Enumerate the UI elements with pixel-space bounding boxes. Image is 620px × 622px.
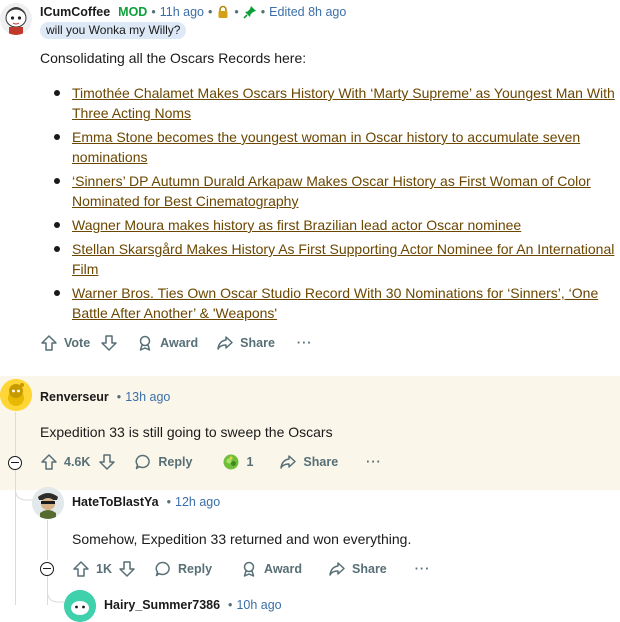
collapse-thread-button[interactable] (8, 456, 22, 470)
post-meta: ICumCoffee MOD • 11h ago • • • Edited 8h… (40, 5, 346, 19)
post-intro: Consolidating all the Oscars Records her… (40, 50, 307, 66)
user-flair: will you Wonka my Willy? (40, 22, 187, 39)
separator-dot: • (234, 5, 239, 19)
comment-username[interactable]: HateToBlastYa (72, 495, 159, 509)
downvote-button[interactable] (98, 453, 116, 471)
upvote-button[interactable]: 1K (72, 560, 112, 578)
comment-time: 10h ago (236, 598, 282, 612)
award-button[interactable]: Award (240, 560, 302, 578)
lock-icon (216, 5, 230, 19)
comment-time: 13h ago (125, 390, 171, 404)
avatar[interactable] (0, 3, 32, 35)
upvote-button[interactable]: Vote (40, 334, 90, 352)
record-link[interactable]: Wagner Moura makes history as first Braz… (72, 217, 521, 233)
comment-username[interactable]: Renverseur (40, 390, 109, 404)
comment-action-bar: 1K Reply Award Share ··· (72, 560, 444, 578)
comment-text: Somehow, Expedition 33 returned and won … (72, 531, 412, 547)
more-options-button[interactable]: ··· (366, 455, 382, 469)
list-item: Wagner Moura makes history as first Braz… (54, 215, 617, 235)
reply-icon (135, 454, 151, 470)
comment-meta: Renverseur • 13h ago (40, 390, 170, 404)
share-icon (280, 455, 297, 469)
comment-meta: HateToBlastYa • 12h ago (72, 495, 220, 509)
record-link[interactable]: ‘Sinners’ DP Autumn Durald Arkapaw Makes… (72, 173, 591, 209)
more-options-button[interactable]: ··· (415, 562, 431, 576)
share-button[interactable]: Share (216, 334, 275, 352)
vote-label: Vote (64, 336, 91, 350)
record-link[interactable]: Stellan Skarsgård Makes History As First… (72, 241, 614, 277)
downvote-button[interactable] (118, 560, 136, 578)
comment-meta: Hairy_Summer7386 • 10h ago (104, 598, 282, 612)
upvote-button[interactable]: 4.6K (40, 453, 90, 471)
edited-time: Edited 8h ago (269, 5, 347, 19)
list-item: ‘Sinners’ DP Autumn Durald Arkapaw Makes… (54, 171, 617, 211)
separator-dot: • (228, 598, 233, 612)
upvote-icon (41, 454, 57, 470)
share-button[interactable]: Share (279, 453, 338, 471)
separator-dot: • (207, 5, 213, 19)
post-time: 11h ago (159, 5, 204, 19)
mod-badge: MOD (118, 5, 148, 19)
vote-score: 1K (96, 562, 112, 576)
avatar[interactable] (0, 379, 32, 411)
record-link[interactable]: Emma Stone becomes the youngest woman in… (72, 129, 580, 165)
share-label: Share (240, 336, 275, 350)
separator-dot: • (260, 5, 266, 19)
award-button[interactable]: Award (136, 334, 198, 352)
records-list: Timothée Chalamet Makes Oscars History W… (40, 83, 617, 327)
share-label: Share (303, 455, 339, 469)
award-label: Award (264, 562, 303, 576)
reply-button[interactable]: Reply (154, 560, 212, 578)
record-link[interactable]: Warner Bros. Ties Own Oscar Studio Recor… (72, 285, 598, 321)
thread-line (15, 412, 16, 458)
share-button[interactable]: Share (328, 560, 387, 578)
avatar[interactable] (32, 487, 64, 519)
post-username[interactable]: ICumCoffee (40, 5, 110, 19)
award-count: 1 (246, 455, 254, 469)
reply-icon (155, 561, 170, 577)
separator-dot: • (116, 390, 122, 404)
comment-time: 12h ago (175, 495, 221, 509)
reply-label: Reply (158, 455, 193, 469)
avatar[interactable] (64, 590, 96, 622)
share-icon (217, 336, 233, 350)
upvote-icon (41, 335, 57, 351)
thread-line (47, 520, 48, 560)
more-options-button[interactable]: ··· (297, 336, 313, 350)
award-button[interactable]: 1 (222, 453, 253, 471)
record-link[interactable]: Timothée Chalamet Makes Oscars History W… (72, 85, 615, 121)
award-label: Award (160, 336, 199, 350)
vote-score: 4.6K (64, 455, 91, 469)
list-item: Warner Bros. Ties Own Oscar Studio Recor… (54, 283, 617, 323)
upvote-icon (73, 561, 89, 577)
list-item: Emma Stone becomes the youngest woman in… (54, 127, 617, 167)
share-icon (329, 562, 345, 576)
downvote-icon (101, 335, 117, 351)
comment-username[interactable]: Hairy_Summer7386 (104, 598, 220, 612)
separator-dot: • (151, 5, 156, 19)
downvote-icon (119, 561, 135, 577)
award-given-icon (223, 454, 239, 470)
separator-dot: • (166, 495, 171, 509)
list-item: Timothée Chalamet Makes Oscars History W… (54, 83, 617, 123)
list-item: Stellan Skarsgård Makes History As First… (54, 239, 617, 279)
award-icon (243, 561, 255, 577)
reply-button[interactable]: Reply (134, 453, 192, 471)
award-icon (139, 335, 151, 351)
share-label: Share (352, 562, 387, 576)
comment-text: Expedition 33 is still going to sweep th… (40, 424, 333, 440)
collapse-thread-button[interactable] (40, 562, 54, 576)
post-action-bar: Vote Award Share ··· (40, 334, 326, 352)
pin-icon (243, 5, 257, 19)
downvote-icon (99, 454, 116, 470)
downvote-button[interactable] (100, 334, 118, 352)
comment-action-bar: 4.6K Reply 1 Share ··· (40, 453, 396, 471)
reply-label: Reply (177, 562, 213, 576)
